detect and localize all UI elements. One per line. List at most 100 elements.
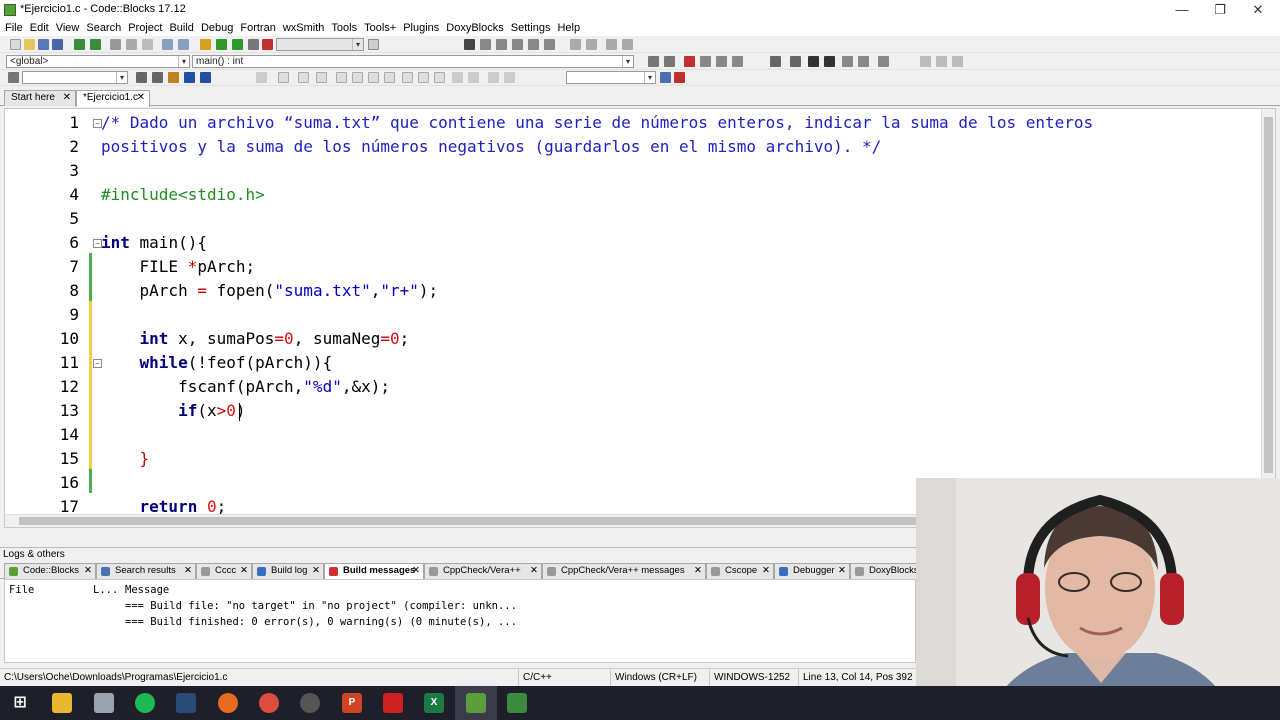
- block-uncomment-icon[interactable]: [824, 56, 835, 67]
- shape-decision-icon[interactable]: [298, 72, 309, 83]
- code-editor[interactable]: − − − 1 2 3 4 5 6 7 8 9 10 11 12 13 14 1…: [4, 108, 1276, 528]
- log-tab-doxyblocks[interactable]: DoxyBlocks: [850, 563, 920, 579]
- jump-back-icon[interactable]: [648, 56, 659, 67]
- nassi-s-icon[interactable]: [488, 72, 499, 83]
- scroll-thumb[interactable]: [1264, 117, 1273, 473]
- file-explorer-icon[interactable]: [52, 693, 72, 713]
- symbol-clear-icon[interactable]: [674, 72, 685, 83]
- find-icon[interactable]: [162, 39, 173, 50]
- log-tab-build-messages[interactable]: Build messages ✕: [324, 563, 424, 579]
- cut-icon[interactable]: [110, 39, 121, 50]
- menu-file[interactable]: File: [4, 20, 29, 36]
- doxy-extract-icon[interactable]: [858, 56, 869, 67]
- log-tab-codeblocks[interactable]: Code::Blocks ✕: [4, 563, 96, 579]
- tab-close-icon[interactable]: ✕: [63, 91, 71, 105]
- debug-info-icon[interactable]: [622, 39, 633, 50]
- copy-icon[interactable]: [126, 39, 137, 50]
- menu-wxsmith[interactable]: wxSmith: [282, 20, 331, 36]
- log-tab-cscope[interactable]: Cscope ✕: [706, 563, 774, 579]
- stop-debug-icon[interactable]: [586, 39, 597, 50]
- zoom-in-icon[interactable]: [452, 72, 463, 83]
- debug-windows-icon[interactable]: [606, 39, 617, 50]
- shape-block-icon[interactable]: [336, 72, 347, 83]
- tab-ejercicio1-c[interactable]: *Ejercicio1.c ✕: [76, 90, 150, 107]
- menu-fortran[interactable]: Fortran: [239, 20, 281, 36]
- column-header-file[interactable]: File: [9, 584, 34, 596]
- menu-tools-plus[interactable]: Tools+: [363, 20, 402, 36]
- jump-forward-icon[interactable]: [664, 56, 675, 67]
- menu-project[interactable]: Project: [127, 20, 168, 36]
- tools-icon[interactable]: [878, 56, 889, 67]
- log-tab-build-log[interactable]: Build log ✕: [252, 563, 324, 579]
- settings-app-icon[interactable]: [94, 693, 114, 713]
- step-out-icon[interactable]: [528, 39, 539, 50]
- menu-build[interactable]: Build: [168, 20, 199, 36]
- regex-icon[interactable]: [200, 72, 211, 83]
- save-all-icon[interactable]: [52, 39, 63, 50]
- search-mode-icon[interactable]: [8, 72, 19, 83]
- menu-help[interactable]: Help: [556, 20, 586, 36]
- nav-back-icon[interactable]: [920, 56, 931, 67]
- redo-icon[interactable]: [90, 39, 101, 50]
- spotify-icon[interactable]: [135, 693, 155, 713]
- open-icon[interactable]: [24, 39, 35, 50]
- build-target-combo[interactable]: ▾: [276, 38, 364, 51]
- build-run-icon[interactable]: [232, 39, 243, 50]
- replace-icon[interactable]: [178, 39, 189, 50]
- next-bookmark-icon[interactable]: [716, 56, 727, 67]
- scroll-thumb[interactable]: [19, 517, 1019, 525]
- menu-plugins[interactable]: Plugins: [402, 20, 445, 36]
- column-header-message[interactable]: Message: [125, 584, 169, 596]
- list-item[interactable]: === Build finished: 0 error(s), 0 warnin…: [125, 616, 517, 628]
- target-dialog-icon[interactable]: [368, 39, 379, 50]
- debug-continue-icon[interactable]: [464, 39, 475, 50]
- firefox-icon[interactable]: [218, 693, 238, 713]
- scope-combo[interactable]: <global> ▾: [6, 55, 190, 68]
- comment-icon[interactable]: [770, 56, 781, 67]
- shape-rect-icon[interactable]: [278, 72, 289, 83]
- paste-icon[interactable]: [142, 39, 153, 50]
- shape-loop-icon[interactable]: [316, 72, 327, 83]
- log-tab-cccc[interactable]: Cccc ✕: [196, 563, 252, 579]
- acrobat-icon[interactable]: [383, 693, 403, 713]
- build-messages-list[interactable]: File L... Message === Build file: "no ta…: [4, 579, 916, 663]
- pointer-icon[interactable]: [256, 72, 267, 83]
- find-next-icon[interactable]: [152, 72, 163, 83]
- shape-case-icon[interactable]: [352, 72, 363, 83]
- zoom-out-icon[interactable]: [468, 72, 479, 83]
- symbol-search-icon[interactable]: [660, 72, 671, 83]
- codeblocks-taskbar-icon[interactable]: [466, 693, 486, 713]
- tab-start-here[interactable]: Start here ✕: [4, 90, 76, 106]
- menu-edit[interactable]: Edit: [29, 20, 55, 36]
- run-to-cursor-icon[interactable]: [480, 39, 491, 50]
- menu-tools[interactable]: Tools: [330, 20, 363, 36]
- column-header-line[interactable]: L...: [93, 584, 118, 596]
- highlight-icon[interactable]: [168, 72, 179, 83]
- log-tab-cppcheck-messages[interactable]: CppCheck/Vera++ messages ✕: [542, 563, 706, 579]
- menu-search[interactable]: Search: [85, 20, 127, 36]
- undo-icon[interactable]: [74, 39, 85, 50]
- chrome-icon[interactable]: [259, 693, 279, 713]
- prev-bookmark-icon[interactable]: [700, 56, 711, 67]
- match-case-icon[interactable]: [184, 72, 195, 83]
- new-file-icon[interactable]: [10, 39, 21, 50]
- function-combo[interactable]: main() : int ▾: [192, 55, 634, 68]
- abort-icon[interactable]: [262, 39, 273, 50]
- rebuild-icon[interactable]: [248, 39, 259, 50]
- run-icon[interactable]: [216, 39, 227, 50]
- nav-forward-icon[interactable]: [952, 56, 963, 67]
- list-item[interactable]: === Build file: "no target" in "no proje…: [125, 600, 517, 612]
- next-instruction-icon[interactable]: [544, 39, 555, 50]
- find-prev-icon[interactable]: [136, 72, 147, 83]
- shape-continue-icon[interactable]: [402, 72, 413, 83]
- toggle-bookmark-icon[interactable]: [684, 56, 695, 67]
- log-tab-debugger[interactable]: Debugger ✕: [774, 563, 850, 579]
- steam-icon[interactable]: [176, 693, 196, 713]
- block-comment-icon[interactable]: [808, 56, 819, 67]
- obs-icon[interactable]: [300, 693, 320, 713]
- clear-bookmarks-icon[interactable]: [732, 56, 743, 67]
- log-tab-search-results[interactable]: Search results ✕: [96, 563, 196, 579]
- windows-start-icon[interactable]: ⊞: [10, 693, 30, 713]
- menu-view[interactable]: View: [55, 20, 86, 36]
- shape-comment-icon[interactable]: [434, 72, 445, 83]
